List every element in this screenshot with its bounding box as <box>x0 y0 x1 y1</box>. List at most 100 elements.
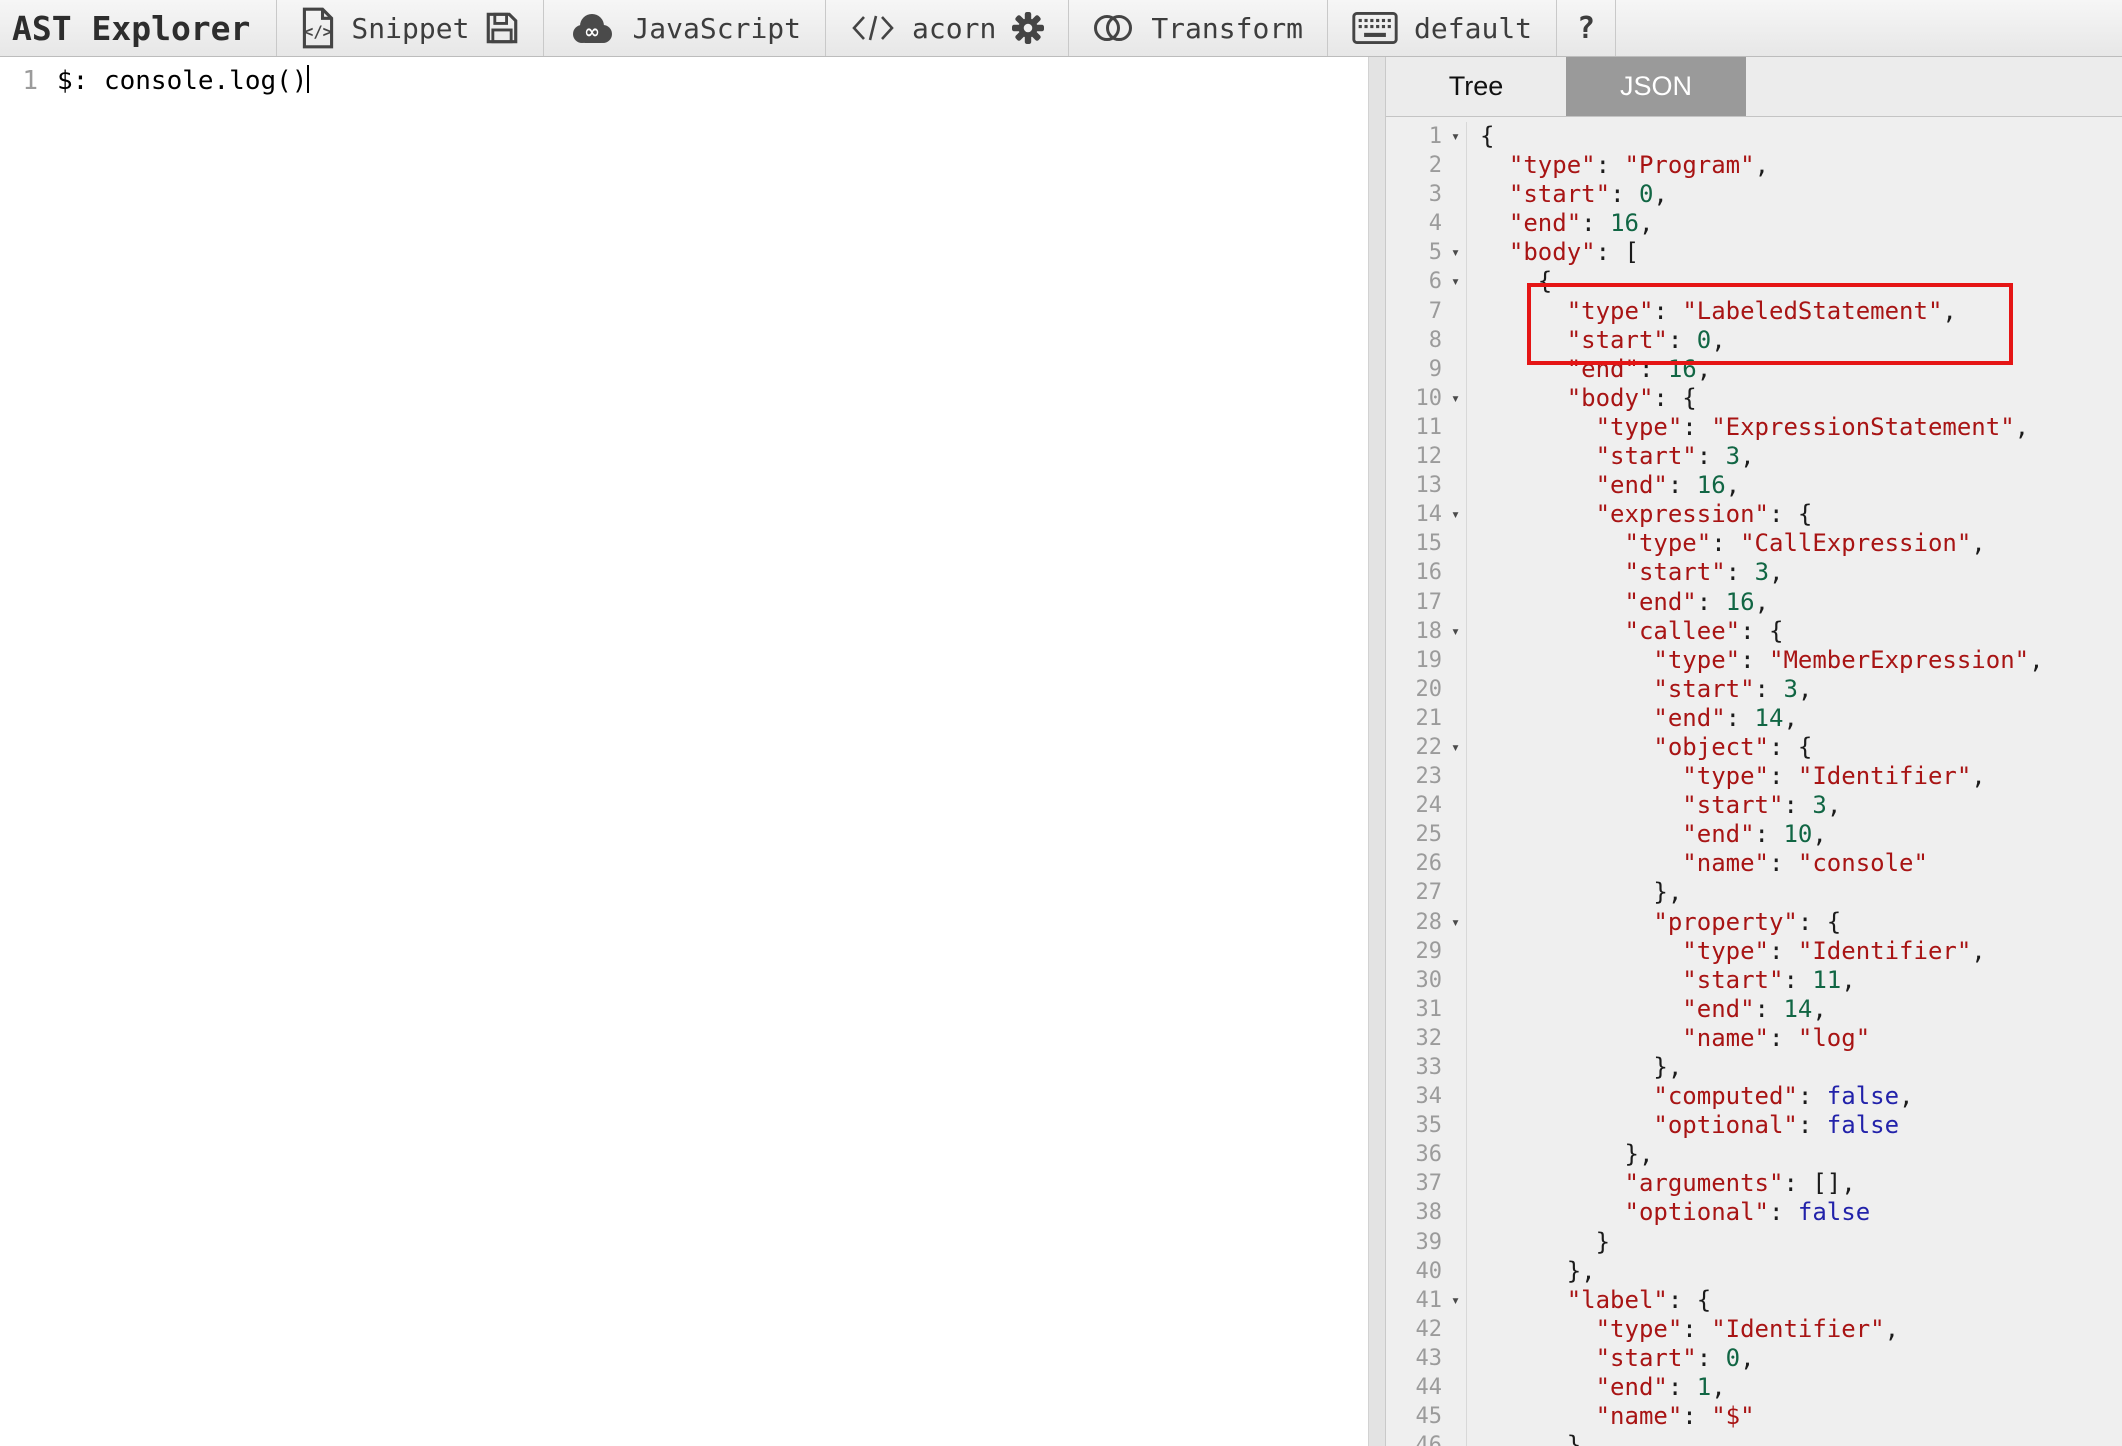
json-code-text[interactable]: "type": "Identifier", <box>1467 1315 1899 1344</box>
pane-divider[interactable] <box>1368 57 1386 1446</box>
json-code-text[interactable]: "arguments": [], <box>1467 1169 1856 1198</box>
json-code-text[interactable]: }, <box>1467 1257 1596 1286</box>
line-number: 16 <box>1386 558 1445 587</box>
save-icon[interactable] <box>485 11 519 45</box>
json-code-text[interactable]: "end": 10, <box>1467 820 1827 849</box>
snippet-button[interactable]: Snippet <box>351 12 469 45</box>
json-code-text[interactable]: "body": [ <box>1467 238 1639 267</box>
json-code-text[interactable]: "expression": { <box>1467 500 1812 529</box>
snippet-section: </> Snippet <box>277 0 544 56</box>
json-code-text[interactable]: "end": 16, <box>1467 209 1653 238</box>
json-code-text[interactable]: "label": { <box>1467 1286 1711 1315</box>
json-code-text[interactable]: "start": 0, <box>1467 326 1726 355</box>
json-code-text[interactable]: }, <box>1467 878 1682 907</box>
json-code-text[interactable]: "type": "Identifier", <box>1467 762 1986 791</box>
json-code-text[interactable]: }, <box>1467 1140 1653 1169</box>
json-code-text[interactable]: "start": 3, <box>1467 791 1841 820</box>
fold-arrow-icon[interactable]: ▾ <box>1445 1286 1466 1315</box>
json-code-text[interactable]: "property": { <box>1467 908 1841 937</box>
json-code-text[interactable]: "callee": { <box>1467 617 1783 646</box>
toolbar: AST Explorer </> Snippet <box>0 0 2122 57</box>
fold-arrow-icon[interactable]: ▾ <box>1445 500 1466 529</box>
json-code-text[interactable]: "name": "$" <box>1467 1402 1755 1431</box>
json-code-text[interactable]: "end": 16, <box>1467 588 1769 617</box>
fold-arrow-icon[interactable]: ▾ <box>1445 122 1466 151</box>
app-title: AST Explorer <box>0 0 277 56</box>
json-code-text[interactable]: { <box>1467 267 1552 296</box>
json-code-text[interactable]: "computed": false, <box>1467 1082 1914 1111</box>
json-code-text[interactable]: "type": "Program", <box>1467 151 1769 180</box>
fold-arrow-icon[interactable]: ▾ <box>1445 267 1466 296</box>
fold-arrow-empty <box>1445 151 1466 180</box>
json-code-text[interactable]: "end": 14, <box>1467 704 1798 733</box>
help-button[interactable]: ? <box>1557 0 1616 56</box>
fold-arrow-empty <box>1445 471 1466 500</box>
json-code-text[interactable]: "body": { <box>1467 384 1697 413</box>
json-code-text[interactable]: } <box>1467 1431 1581 1446</box>
fold-arrow-empty <box>1445 442 1466 471</box>
line-number: 21 <box>1386 704 1445 733</box>
json-code-text[interactable]: "type": "LabeledStatement", <box>1467 297 1957 326</box>
json-code-text[interactable]: "end": 16, <box>1467 471 1740 500</box>
json-code-text[interactable]: "start": 0, <box>1467 1344 1755 1373</box>
json-code-text[interactable]: "type": "CallExpression", <box>1467 529 1986 558</box>
transform-section[interactable]: Transform <box>1069 0 1328 56</box>
json-code-text[interactable]: "name": "log" <box>1467 1024 1870 1053</box>
toggle-icon <box>1093 12 1135 44</box>
json-code-text[interactable]: } <box>1467 1228 1610 1257</box>
fold-arrow-empty <box>1445 297 1466 326</box>
json-code-text[interactable]: "object": { <box>1467 733 1812 762</box>
line-number-gutter: 39 <box>1386 1228 1467 1257</box>
tab-tree[interactable]: Tree <box>1386 57 1566 116</box>
json-view[interactable]: 1▾{2 "type": "Program",3 "start": 0,4 "e… <box>1386 117 2122 1446</box>
fold-arrow-empty <box>1445 355 1466 384</box>
line-number: 2 <box>1386 151 1445 180</box>
transform-label[interactable]: Transform <box>1151 12 1303 45</box>
json-code-text[interactable]: "type": "Identifier", <box>1467 937 1986 966</box>
json-code-text[interactable]: "name": "console" <box>1467 849 1928 878</box>
gear-icon[interactable] <box>1012 12 1044 44</box>
fold-arrow-icon[interactable]: ▾ <box>1445 733 1466 762</box>
json-code-text[interactable]: "end": 14, <box>1467 995 1827 1024</box>
language-section[interactable]: ∞ JavaScript <box>544 0 826 56</box>
fold-arrow-icon[interactable]: ▾ <box>1445 617 1466 646</box>
line-number-gutter: 20 <box>1386 675 1467 704</box>
json-code-text[interactable]: "optional": false <box>1467 1198 1870 1227</box>
editor-code-line[interactable]: 1 $: console.log() <box>0 57 1368 98</box>
json-code-text[interactable]: "end": 16, <box>1467 355 1711 384</box>
json-line: 38 "optional": false <box>1386 1198 2122 1227</box>
line-number-gutter: 38 <box>1386 1198 1467 1227</box>
parser-button[interactable]: acorn <box>912 12 996 45</box>
fold-arrow-empty <box>1445 1140 1466 1169</box>
json-code-text[interactable]: "start": 3, <box>1467 675 1812 704</box>
editor-pane[interactable]: 1 $: console.log() <box>0 57 1368 1446</box>
fold-arrow-icon[interactable]: ▾ <box>1445 384 1466 413</box>
line-number: 37 <box>1386 1169 1445 1198</box>
keymap-label[interactable]: default <box>1414 12 1532 45</box>
json-code-text[interactable]: "start": 0, <box>1467 180 1668 209</box>
tab-json[interactable]: JSON <box>1566 57 1746 116</box>
json-code-text[interactable]: "start": 3, <box>1467 558 1783 587</box>
json-code-text[interactable]: "type": "MemberExpression", <box>1467 646 2044 675</box>
line-number: 6 <box>1386 267 1445 296</box>
json-line: 22▾ "object": { <box>1386 733 2122 762</box>
fold-arrow-icon[interactable]: ▾ <box>1445 908 1466 937</box>
fold-arrow-empty <box>1445 1024 1466 1053</box>
json-code-text[interactable]: "start": 3, <box>1467 442 1755 471</box>
json-code-text[interactable]: { <box>1467 122 1494 151</box>
line-number: 12 <box>1386 442 1445 471</box>
keymap-section[interactable]: default <box>1328 0 1557 56</box>
json-line: 23 "type": "Identifier", <box>1386 762 2122 791</box>
json-code-text[interactable]: "start": 11, <box>1467 966 1856 995</box>
language-label[interactable]: JavaScript <box>632 12 801 45</box>
line-number-gutter: 40 <box>1386 1257 1467 1286</box>
fold-arrow-icon[interactable]: ▾ <box>1445 238 1466 267</box>
json-code-text[interactable]: "optional": false <box>1467 1111 1899 1140</box>
json-code-text[interactable]: "end": 1, <box>1467 1373 1726 1402</box>
editor-code[interactable]: $: console.log() <box>44 64 309 98</box>
json-code-text[interactable]: }, <box>1467 1053 1682 1082</box>
json-code-text[interactable]: "type": "ExpressionStatement", <box>1467 413 2029 442</box>
line-number-gutter: 4 <box>1386 209 1467 238</box>
json-line: 8 "start": 0, <box>1386 326 2122 355</box>
json-line: 28▾ "property": { <box>1386 908 2122 937</box>
